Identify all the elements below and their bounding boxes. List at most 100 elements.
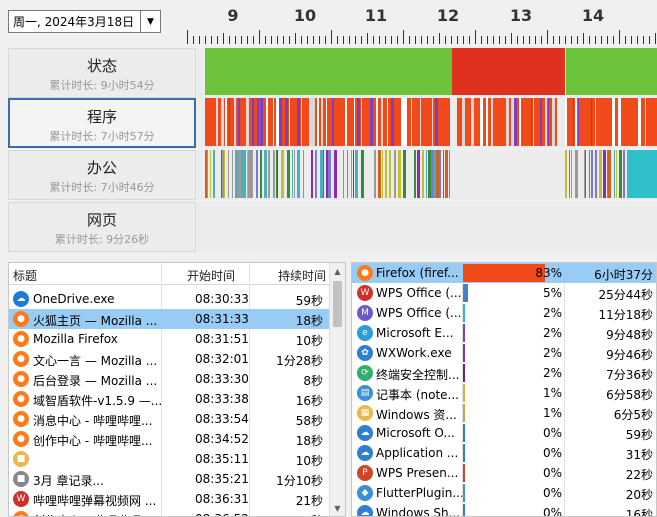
summary-duration: 22秒 — [625, 468, 653, 482]
summary-row[interactable]: ☁ Application ... 0% 31秒 — [352, 443, 656, 463]
table-row[interactable]: ● 后台登录 — Mozilla ... 08:33:30 8秒 — [9, 369, 329, 389]
summary-row[interactable]: ▦ Windows 资... 1% 6分5秒 — [352, 403, 656, 423]
activity-list[interactable]: 标题 开始时间 持续时间 ☁ OneDrive.exe 08:30:33 59秒 ● 火狐… — [8, 262, 346, 517]
ruler-tick — [313, 36, 314, 44]
summary-row[interactable]: ◆ FlutterPlugin... 0% 20秒 — [352, 483, 656, 503]
summary-bar — [463, 464, 465, 482]
timeline-stripe — [491, 98, 493, 146]
ruler-tick — [367, 33, 368, 44]
ruler-tick — [253, 36, 254, 44]
timeline-stripe — [312, 98, 315, 146]
header-title[interactable]: 标题 — [13, 267, 37, 284]
table-row[interactable]: ☁ OneDrive.exe 08:30:33 59秒 — [9, 289, 329, 309]
header-duration[interactable]: 持续时间 — [278, 267, 326, 284]
timeline-segment — [627, 150, 657, 198]
timeline-stripe — [586, 98, 588, 146]
table-row[interactable]: ● 消息中心 - 哔哩哔哩... 08:33:54 58秒 — [9, 409, 329, 429]
timeline-stripe — [462, 98, 465, 146]
row-office[interactable]: 办公 累计时长: 7小时46分 — [8, 150, 657, 200]
timeline-stripe — [232, 150, 233, 198]
wxwork-icon: ✿ — [357, 345, 373, 361]
timeline-stripe — [565, 150, 567, 198]
summary-row[interactable]: ⟳ 终端安全控制... 2% 7分36秒 — [352, 363, 656, 383]
timeline-stripe — [427, 98, 430, 146]
summary-duration: 31秒 — [625, 448, 653, 462]
table-row[interactable]: ● 创作中心 - 哔哩哔哩... 08:34:52 18秒 — [9, 429, 329, 449]
table-row[interactable]: ● 域智盾软件-v1.5.9 —... 08:33:38 16秒 — [9, 389, 329, 409]
row-web-label[interactable]: 网页 累计时长: 9分26秒 — [8, 202, 196, 252]
row-name: 文心一言 — Mozilla ... — [33, 354, 158, 368]
scroll-up-icon[interactable]: ▲ — [330, 263, 345, 279]
timeline-stripe — [471, 98, 472, 146]
timeline-stripe — [371, 150, 372, 198]
app-summary[interactable]: ● Firefox (firef... 83% 6小时37分 W WPS Office (… — [351, 262, 657, 517]
row-duration: 1分10秒 — [276, 474, 323, 488]
summary-row[interactable]: P WPS Presen... 0% 22秒 — [352, 463, 656, 483]
summary-row[interactable]: ☁ Windows Sh... 0% 16秒 — [352, 503, 656, 516]
timeline-stripe — [627, 98, 630, 146]
timeline-stripe — [320, 150, 323, 198]
timeline-stripe — [351, 150, 352, 198]
timeline-stripe — [457, 98, 460, 146]
table-row[interactable]: W 哔哩哔哩弹幕视频网 ... 08:36:31 21秒 — [9, 489, 329, 509]
summary-row[interactable]: M WPS Office (... 2% 11分18秒 — [352, 303, 656, 323]
row-web[interactable]: 网页 累计时长: 9分26秒 — [8, 202, 657, 252]
summary-row[interactable]: ● Firefox (firef... 83% 6小时37分 — [352, 263, 656, 283]
row-status-track[interactable] — [197, 48, 657, 98]
timeline-stripe — [205, 98, 207, 146]
timeline-stripe — [434, 150, 436, 198]
summary-percent: 0% — [542, 426, 562, 440]
summary-duration: 6小时37分 — [594, 268, 653, 282]
table-row[interactable]: ● 创作中心 - 哔哩哔哩... 08:36:52 6秒 — [9, 509, 329, 516]
timeline-stripe — [328, 150, 331, 198]
summary-name: Microsoft O... — [376, 426, 455, 440]
summary-row[interactable]: e Microsoft E... 2% 9分48秒 — [352, 323, 656, 343]
ruler-tick — [541, 36, 542, 44]
scroll-thumb[interactable] — [333, 281, 342, 327]
timeline-stripe — [224, 150, 225, 198]
summary-row[interactable]: W WPS Office (... 5% 25分44秒 — [352, 283, 656, 303]
timeline-stripe — [575, 150, 578, 198]
timeline-stripe — [476, 98, 478, 146]
scroll-down-icon[interactable]: ▼ — [330, 500, 345, 516]
date-picker[interactable]: 周一, 2024年3月18日 ▼ — [8, 10, 161, 33]
timeline-stripe — [348, 98, 351, 146]
timeline-stripe — [230, 98, 233, 146]
table-row[interactable]: ■ 08:35:11 10秒 — [9, 449, 329, 469]
ruler-tick — [349, 36, 350, 44]
row-program-track[interactable] — [197, 98, 657, 148]
row-start: 08:31:33 — [195, 312, 249, 326]
summary-bar — [463, 344, 465, 362]
timeline-stripe — [335, 98, 336, 146]
chevron-down-icon[interactable]: ▼ — [140, 11, 160, 32]
timeline-stripe — [545, 98, 547, 146]
table-row[interactable]: ● Mozilla Firefox 08:31:51 10秒 — [9, 329, 329, 349]
row-title: 状态 — [86, 57, 117, 75]
activity-list-scrollbar[interactable]: ▲ ▼ — [329, 263, 345, 516]
table-row[interactable]: ■ 3月 章记录... 08:35:21 1分10秒 — [9, 469, 329, 489]
row-status[interactable]: 状态 累计时长: 9小时54分 — [8, 48, 657, 98]
row-start: 08:30:33 — [195, 292, 249, 306]
row-duration: 16秒 — [295, 394, 323, 408]
table-row[interactable]: ● 文心一言 — Mozilla ... 08:32:01 1分28秒 — [9, 349, 329, 369]
timeline-stripe — [264, 150, 267, 198]
summary-row[interactable]: ▤ 记事本 (note... 1% 6分58秒 — [352, 383, 656, 403]
row-web-track[interactable] — [197, 202, 657, 252]
summary-bar — [463, 404, 465, 422]
row-status-label[interactable]: 状态 累计时长: 9小时54分 — [8, 48, 196, 98]
timeline-stripe — [241, 150, 243, 198]
summary-row[interactable]: ☁ Microsoft O... 0% 59秒 — [352, 423, 656, 443]
ruler-tick — [319, 36, 320, 44]
timeline-stripe — [309, 98, 312, 146]
table-row[interactable]: ● 火狐主页 — Mozilla ... 08:31:33 18秒 — [9, 309, 329, 329]
row-program[interactable]: 程序 累计时长: 7小时57分 — [8, 98, 657, 148]
timeline-stripe — [531, 98, 532, 146]
row-office-track[interactable] — [197, 150, 657, 200]
timeline-stripe — [216, 98, 218, 146]
header-start[interactable]: 开始时间 — [187, 267, 235, 284]
row-office-label[interactable]: 办公 累计时长: 7小时46分 — [8, 150, 196, 200]
row-start: 08:35:21 — [195, 472, 249, 486]
timeline-stripe — [525, 98, 528, 146]
row-program-label[interactable]: 程序 累计时长: 7小时57分 — [8, 98, 196, 148]
summary-row[interactable]: ✿ WXWork.exe 2% 9分46秒 — [352, 343, 656, 363]
